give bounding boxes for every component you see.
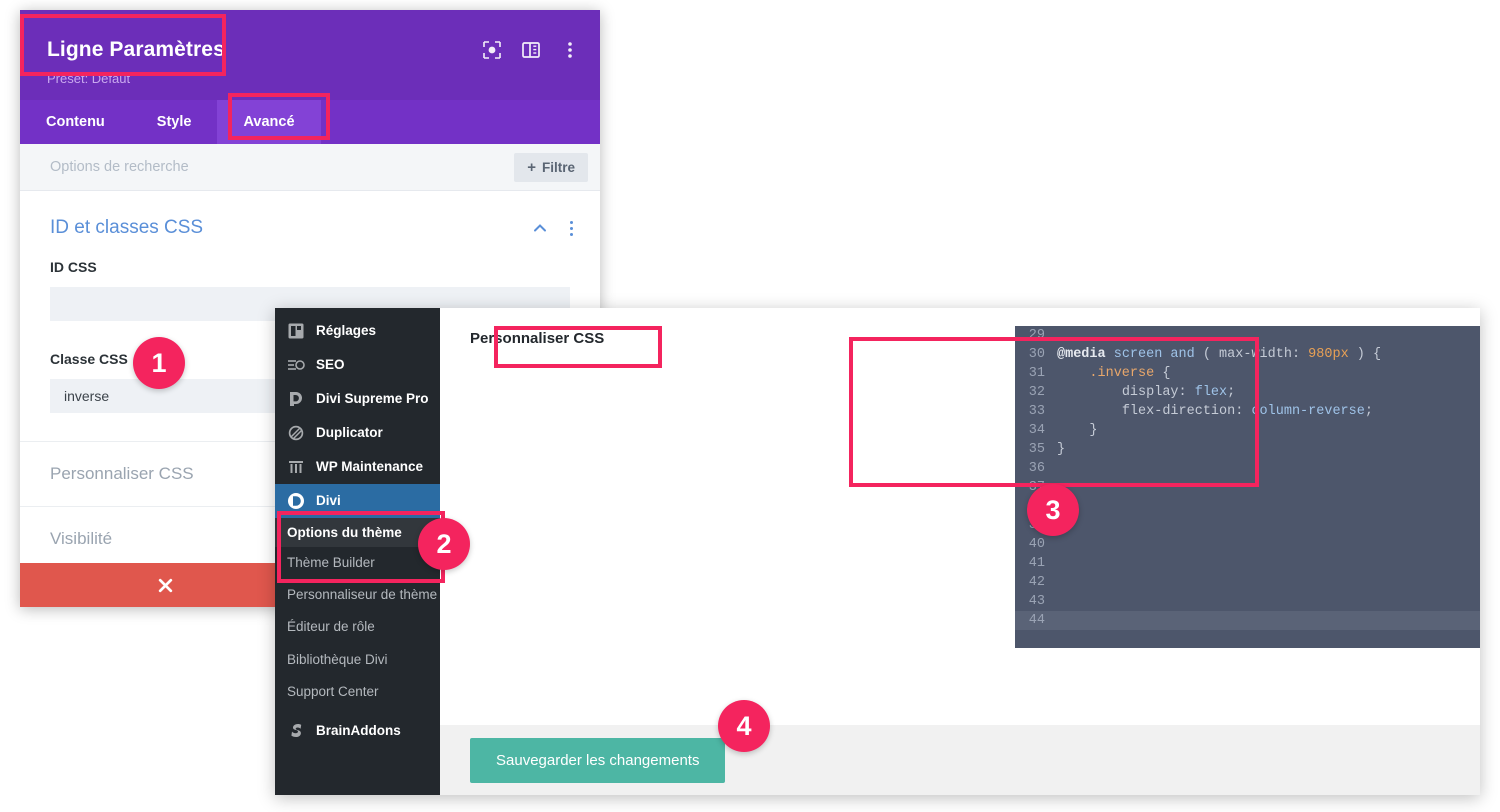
code-line-number: 32 bbox=[1028, 385, 1045, 400]
code-line-number: 36 bbox=[1028, 461, 1045, 476]
divi-tab-bar: Contenu Style Avancé bbox=[20, 100, 600, 144]
sidebar-subitem-personnaliseur-de-theme[interactable]: Personnaliseur de thème bbox=[275, 579, 440, 612]
annotation-badge-1: 1 bbox=[133, 337, 185, 389]
divi-panel-header: Ligne Paramètres Preset: Defaut bbox=[20, 10, 600, 100]
filter-button-label: Filtre bbox=[541, 159, 575, 175]
sidebar-item-duplicator[interactable]: Duplicator bbox=[275, 416, 440, 450]
code-line-text: } bbox=[1057, 442, 1066, 457]
more-vertical-icon[interactable] bbox=[560, 40, 580, 60]
options-search-bar: Options de recherche + Filtre bbox=[20, 144, 600, 191]
sidebar-subitem-support-center[interactable]: Support Center bbox=[275, 675, 440, 709]
section-title: ID et classes CSS bbox=[50, 217, 204, 238]
code-line-number: 42 bbox=[1028, 575, 1045, 590]
code-line-text: flex-direction: column-reverse; bbox=[1121, 404, 1373, 419]
sidebar-item-divi[interactable]: Divi bbox=[275, 484, 440, 518]
wp-admin-content: Personnaliser CSS 29 30 @media screen and … bbox=[440, 308, 1480, 795]
divi-supreme-icon bbox=[290, 392, 302, 406]
save-changes-button[interactable]: Sauvegarder les changements bbox=[470, 737, 726, 783]
theme-options-card: Personnaliser CSS 29 30 @media screen and … bbox=[440, 308, 1480, 725]
maintenance-icon bbox=[289, 461, 303, 473]
sidebar-item-label: Divi bbox=[316, 492, 341, 508]
code-line-text: display: flex; bbox=[1121, 385, 1236, 400]
code-line: 44 bbox=[1015, 611, 1480, 630]
focus-icon[interactable] bbox=[482, 40, 502, 60]
theme-options-action-bar: Sauvegarder les changements bbox=[440, 725, 1480, 795]
code-line-number: 34 bbox=[1028, 423, 1045, 438]
sidebar-item-label: Divi Supreme Pro bbox=[316, 390, 429, 406]
page-title: Ligne Paramètres bbox=[47, 38, 225, 61]
code-line: 43 bbox=[1015, 592, 1480, 611]
sidebar-item-label: SEO bbox=[316, 356, 345, 372]
custom-css-field-label: Personnaliser CSS bbox=[470, 330, 605, 347]
code-line-number: 44 bbox=[1028, 613, 1045, 628]
sidebar-subitem-bibliotheque-divi[interactable]: Bibliothèque Divi bbox=[275, 643, 440, 676]
code-line: 32 display: flex; bbox=[1015, 383, 1480, 402]
sidebar-item-reglages[interactable]: Réglages bbox=[275, 314, 440, 348]
code-line: 31 .inverse { bbox=[1015, 364, 1480, 383]
code-line: 34 } bbox=[1015, 421, 1480, 440]
sidebar-item-label: Duplicator bbox=[316, 424, 383, 440]
sidebar-item-label: BrainAddons bbox=[316, 722, 401, 738]
tab-contenu[interactable]: Contenu bbox=[20, 100, 131, 144]
code-line: 30 @media screen and ( max-width: 980px )… bbox=[1015, 345, 1480, 364]
code-line-number: 41 bbox=[1028, 556, 1045, 571]
code-line-text: } bbox=[1057, 423, 1098, 438]
settings-icon bbox=[288, 323, 304, 339]
code-line: 41 bbox=[1015, 554, 1480, 573]
code-line-number: 33 bbox=[1028, 404, 1045, 419]
sidebar-item-label: Réglages bbox=[316, 322, 377, 338]
preset-label[interactable]: Preset: Defaut bbox=[47, 71, 130, 86]
code-line: 29 bbox=[1015, 326, 1480, 345]
code-line-text: .inverse { bbox=[1089, 366, 1171, 381]
wp-admin-sidebar: Réglages SEO Divi Supreme Pro Duplicator… bbox=[275, 308, 440, 795]
code-line-number: 29 bbox=[1028, 328, 1045, 343]
code-line-number: 40 bbox=[1028, 537, 1045, 552]
section-header-css-id-classes[interactable]: ID et classes CSS bbox=[20, 191, 600, 259]
close-button[interactable] bbox=[20, 563, 310, 607]
code-editor-lines: 29 30 @media screen and ( max-width: 980px… bbox=[1015, 326, 1480, 630]
code-line: 40 bbox=[1015, 535, 1480, 554]
field-label-css-id: ID CSS bbox=[50, 259, 97, 275]
plus-icon: + bbox=[527, 158, 536, 176]
sidebar-subitem-editeur-de-role[interactable]: Éditeur de rôle bbox=[275, 611, 440, 644]
close-icon bbox=[158, 578, 172, 592]
sidebar-item-divi-supreme-pro[interactable]: Divi Supreme Pro bbox=[275, 382, 440, 416]
code-line: 39 bbox=[1015, 516, 1480, 535]
code-line: 33 flex-direction: column-reverse; bbox=[1015, 402, 1480, 421]
panel-header-actions bbox=[482, 40, 580, 60]
tab-style[interactable]: Style bbox=[131, 100, 218, 144]
sidebar-subitem-theme-builder[interactable]: Thème Builder bbox=[275, 547, 440, 580]
code-line-number: 35 bbox=[1028, 442, 1045, 457]
filter-button[interactable]: + Filtre bbox=[514, 152, 588, 182]
code-line: 42 bbox=[1015, 573, 1480, 592]
code-line-number: 31 bbox=[1028, 366, 1045, 381]
code-line: 38 bbox=[1015, 497, 1480, 516]
sidebar-item-label: WP Maintenance bbox=[316, 458, 424, 474]
seo-icon bbox=[288, 360, 305, 370]
sidebar-item-brainaddons[interactable]: BrainAddons bbox=[275, 714, 440, 748]
annotation-badge-2: 2 bbox=[418, 518, 470, 570]
duplicator-icon bbox=[288, 425, 304, 441]
tab-avance[interactable]: Avancé bbox=[217, 100, 321, 144]
sidebar-item-seo[interactable]: SEO bbox=[275, 348, 440, 382]
sidebar-subitem-options-du-theme[interactable]: Options du thème bbox=[275, 518, 440, 547]
annotation-badge-4: 4 bbox=[718, 700, 770, 752]
screenshot-root: Ligne Paramètres Preset: Defaut Contenu … bbox=[0, 0, 1500, 812]
code-line-number: 30 bbox=[1028, 347, 1045, 362]
divi-icon bbox=[288, 493, 304, 509]
chevron-up-icon[interactable] bbox=[532, 220, 548, 236]
code-line: 36 bbox=[1015, 459, 1480, 478]
sidebar-item-wp-maintenance[interactable]: WP Maintenance bbox=[275, 450, 440, 484]
brainaddons-icon bbox=[291, 724, 302, 738]
section-more-icon[interactable] bbox=[564, 220, 578, 236]
code-line: 35} bbox=[1015, 440, 1480, 459]
code-line-number: 43 bbox=[1028, 594, 1045, 609]
custom-css-code-editor[interactable]: 29 30 @media screen and ( max-width: 980px… bbox=[1015, 326, 1480, 648]
code-line: 37 bbox=[1015, 478, 1480, 497]
annotation-badge-3: 3 bbox=[1027, 484, 1079, 536]
layout-columns-icon[interactable] bbox=[521, 40, 541, 60]
code-line-text: @media screen and ( max-width: 980px ) { bbox=[1057, 347, 1382, 362]
search-input[interactable]: Options de recherche bbox=[50, 159, 514, 175]
